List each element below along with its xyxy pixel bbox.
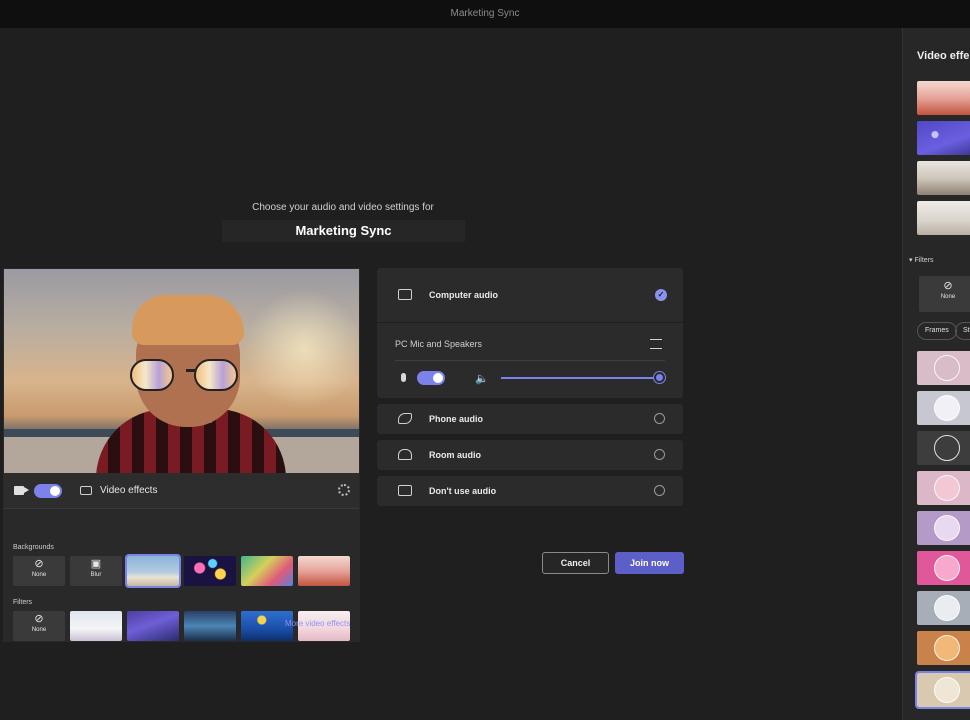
no-audio-label: Don't use audio xyxy=(429,486,497,496)
join-now-button[interactable]: Join now xyxy=(615,552,684,574)
gear-icon[interactable] xyxy=(338,484,350,496)
video-controls-bar: Video effects xyxy=(4,473,359,509)
filter-none[interactable]: ⊘ None xyxy=(13,611,65,641)
no-audio-option[interactable]: Don't use audio xyxy=(377,476,683,506)
panel-filter-none[interactable]: ⊘ None xyxy=(919,276,970,312)
background-option-beach[interactable] xyxy=(125,554,181,588)
room-audio-label: Room audio xyxy=(429,450,481,460)
filters-label: Filters xyxy=(13,599,33,606)
phone-audio-radio[interactable] xyxy=(654,413,665,424)
microphone-icon xyxy=(401,373,406,382)
frame-option-1[interactable] xyxy=(917,351,970,385)
background-option-abstract[interactable] xyxy=(241,556,293,586)
more-video-effects-link[interactable]: More video effects xyxy=(285,619,350,628)
background-none[interactable]: ⊘ None xyxy=(13,556,65,586)
frame-option-2[interactable] xyxy=(917,391,970,425)
prejoin-subheading: Choose your audio and video settings for xyxy=(252,202,434,213)
computer-audio-card[interactable]: Computer audio ✓ PC Mic and Speakers 🔈 xyxy=(377,268,683,398)
video-panel: Video effects Backgrounds ⊘ None ▣ Blur … xyxy=(3,268,360,642)
panel-background-2[interactable] xyxy=(917,121,970,155)
phone-audio-option[interactable]: Phone audio xyxy=(377,404,683,434)
panel-background-3[interactable] xyxy=(917,161,970,195)
filter-option-3[interactable] xyxy=(184,611,236,641)
prejoin-screen: Choose your audio and video settings for… xyxy=(0,28,902,720)
background-option-room[interactable] xyxy=(298,556,350,586)
title-bar: Marketing Sync xyxy=(0,0,970,28)
computer-icon xyxy=(398,289,412,300)
room-audio-option[interactable]: Room audio xyxy=(377,440,683,470)
frame-option-8[interactable] xyxy=(917,631,970,665)
frame-option-3[interactable] xyxy=(917,431,970,465)
none-icon: ⊘ xyxy=(34,613,44,625)
selected-check-icon: ✓ xyxy=(655,289,667,301)
none-icon: ⊘ xyxy=(943,280,953,292)
window-title: Marketing Sync xyxy=(450,8,520,19)
camera-icon xyxy=(14,486,29,495)
none-icon: ⊘ xyxy=(34,558,44,570)
device-settings-icon[interactable] xyxy=(650,339,662,349)
frame-option-4[interactable] xyxy=(917,471,970,505)
background-option-confetti[interactable] xyxy=(184,556,236,586)
phone-audio-label: Phone audio xyxy=(429,414,483,424)
no-audio-icon xyxy=(398,485,412,496)
room-icon xyxy=(398,449,412,460)
background-blur[interactable]: ▣ Blur xyxy=(70,556,122,586)
panel-background-4[interactable] xyxy=(917,201,970,235)
microphone-toggle[interactable] xyxy=(417,371,445,385)
backgrounds-label: Backgrounds xyxy=(13,544,54,551)
blur-icon: ▣ xyxy=(90,558,102,570)
camera-toggle[interactable] xyxy=(34,484,62,498)
filter-option-1[interactable] xyxy=(70,611,122,641)
panel-filters-label: ▾ Filters xyxy=(909,257,934,264)
video-effects-icon xyxy=(80,486,92,495)
speaker-icon: 🔈 xyxy=(475,373,489,385)
chip-frames[interactable]: Frames xyxy=(917,322,957,340)
phone-icon xyxy=(398,413,412,424)
computer-audio-label: Computer audio xyxy=(429,290,498,300)
panel-background-1[interactable] xyxy=(917,81,970,115)
collapse-chevron-icon[interactable]: ▾ xyxy=(909,257,913,264)
cancel-button[interactable]: Cancel xyxy=(542,552,609,574)
frame-option-9[interactable] xyxy=(915,671,970,709)
video-effects-panel: Video effe ▾ Filters ⊘ None Frames Sty xyxy=(902,28,970,720)
meeting-name: Marketing Sync xyxy=(222,220,465,242)
speaker-volume-thumb[interactable] xyxy=(654,372,665,383)
room-audio-radio[interactable] xyxy=(654,449,665,460)
audio-device-label[interactable]: PC Mic and Speakers xyxy=(395,339,482,349)
no-audio-radio[interactable] xyxy=(654,485,665,496)
frame-option-6[interactable] xyxy=(917,551,970,585)
filter-option-2[interactable] xyxy=(127,611,179,641)
frame-option-7[interactable] xyxy=(917,591,970,625)
speaker-volume-slider[interactable] xyxy=(501,377,659,379)
participant-video xyxy=(96,295,286,473)
frame-option-5[interactable] xyxy=(917,511,970,545)
video-effects-panel-title: Video effe xyxy=(917,50,970,62)
video-effects-button[interactable]: Video effects xyxy=(100,485,157,496)
video-preview xyxy=(4,269,359,473)
chip-styles[interactable]: Sty xyxy=(955,322,970,340)
